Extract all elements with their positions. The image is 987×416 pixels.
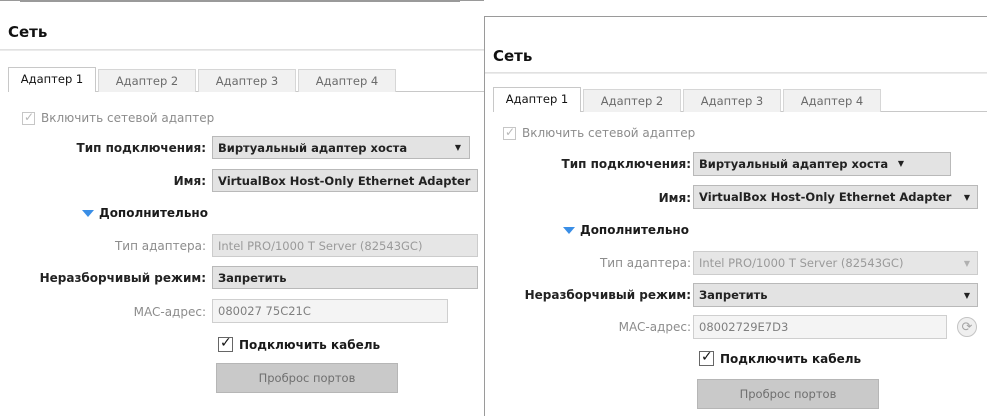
mac-label: MAC-адрес: [618,320,691,334]
adapter-type-label: Тип адаптера: [599,256,691,270]
connection-type-label: Тип подключения: [76,141,206,155]
chevron-down-icon: ▼ [963,259,970,268]
enable-adapter-label: Включить сетевой адаптер [522,126,696,140]
chevron-down-icon: ▼ [963,291,970,300]
cable-connected-label: Подключить кабель [239,337,381,352]
chevron-down-icon: ▼ [454,143,461,152]
mac-value: 08002729E7D3 [699,320,789,334]
tab-adapter-1[interactable]: Адаптер 1 [8,67,96,92]
connection-type-label: Тип подключения: [561,157,691,171]
adapter-tabs: Адаптер 1 Адаптер 2 Адаптер 3 Адаптер 4 [8,67,484,92]
promiscuous-label: Неразборчивый режим: [524,288,691,302]
section-title: Сеть [493,47,533,65]
advanced-label: Дополнительно [580,223,689,237]
adapter-type-value: Intel PRO/1000 T Server (82543GC) [218,238,423,253]
name-select[interactable]: VirtualBox Host-Only Ethernet Adapter [212,169,478,192]
cable-connected-checkbox[interactable]: ✓ [218,335,233,352]
triangle-down-icon [563,226,575,234]
network-panel-left: Сеть Адаптер 1 Адаптер 2 Адаптер 3 Адапт… [0,0,484,416]
promiscuous-value: Запретить [699,288,768,302]
connection-type-select[interactable]: Виртуальный адаптер хоста ▼ [693,152,951,176]
connection-type-value: Виртуальный адаптер хоста [699,157,889,171]
triangle-down-icon [82,209,94,217]
promiscuous-select[interactable]: Запретить ▼ [693,283,978,307]
tab-adapter-1[interactable]: Адаптер 1 [493,87,581,112]
name-value: VirtualBox Host-Only Ethernet Adapter [699,190,952,204]
promiscuous-select[interactable]: Запретить [212,266,478,289]
advanced-label: Дополнительно [99,206,208,220]
mac-label: MAC-адрес: [133,305,206,319]
port-forwarding-button[interactable]: Проброс портов [697,379,879,409]
check-icon: ✓ [24,109,35,124]
cable-connected-checkbox[interactable]: ✓ [699,349,714,366]
chevron-down-icon: ▼ [897,159,904,168]
adapter-type-select[interactable]: Intel PRO/1000 T Server (82543GC) [212,234,478,257]
adapter-type-select[interactable]: Intel PRO/1000 T Server (82543GC) ▼ [693,251,978,275]
cable-connected-label: Подключить кабель [720,351,862,366]
adapter-type-label: Тип адаптера: [114,239,206,253]
mac-address-field[interactable]: 080027 75C21C [212,299,448,323]
enable-adapter-row[interactable]: ✓ Включить сетевой адаптер [22,109,215,125]
refresh-icon[interactable]: ⟳ [957,317,977,337]
mac-value: 080027 75C21C [218,304,311,318]
section-title: Сеть [8,23,48,41]
name-label: Имя: [658,191,691,205]
enable-adapter-checkbox[interactable]: ✓ [503,124,516,140]
tab-adapter-3[interactable]: Адаптер 3 [198,69,296,92]
tab-adapter-2[interactable]: Адаптер 2 [98,69,196,92]
adapter-tabs: Адаптер 1 Адаптер 2 Адаптер 3 Адаптер 4 [493,87,987,112]
port-forwarding-button[interactable]: Проброс портов [216,363,398,393]
name-value: VirtualBox Host-Only Ethernet Adapter [218,173,471,188]
enable-adapter-checkbox[interactable]: ✓ [22,109,35,125]
tab-adapter-3[interactable]: Адаптер 3 [683,89,781,112]
connection-type-select[interactable]: Виртуальный адаптер хоста ▼ [212,136,470,159]
adapter-type-value: Intel PRO/1000 T Server (82543GC) [699,256,904,270]
chevron-down-icon: ▼ [963,193,970,202]
promiscuous-value: Запретить [218,270,287,285]
title-separator [0,49,484,51]
network-panel-right: Сеть Адаптер 1 Адаптер 2 Адаптер 3 Адапт… [484,16,987,416]
advanced-toggle[interactable]: Дополнительно [82,206,208,220]
check-icon: ✓ [505,124,516,139]
tab-adapter-2[interactable]: Адаптер 2 [583,89,681,112]
enable-adapter-label: Включить сетевой адаптер [41,111,215,125]
cable-connected-row[interactable]: ✓ Подключить кабель [699,349,862,366]
tab-adapter-4[interactable]: Адаптер 4 [783,89,881,112]
name-select[interactable]: VirtualBox Host-Only Ethernet Adapter ▼ [693,185,978,209]
check-icon: ✓ [220,335,232,351]
advanced-toggle[interactable]: Дополнительно [563,223,689,237]
check-icon: ✓ [701,349,713,365]
window-edge [20,1,460,2]
enable-adapter-row[interactable]: ✓ Включить сетевой адаптер [503,124,696,140]
name-label: Имя: [173,174,206,188]
mac-address-field[interactable]: 08002729E7D3 [693,315,947,339]
tab-adapter-4[interactable]: Адаптер 4 [298,69,396,92]
promiscuous-label: Неразборчивый режим: [39,271,206,285]
title-separator [485,72,987,74]
cable-connected-row[interactable]: ✓ Подключить кабель [218,335,381,352]
connection-type-value: Виртуальный адаптер хоста [218,140,408,155]
